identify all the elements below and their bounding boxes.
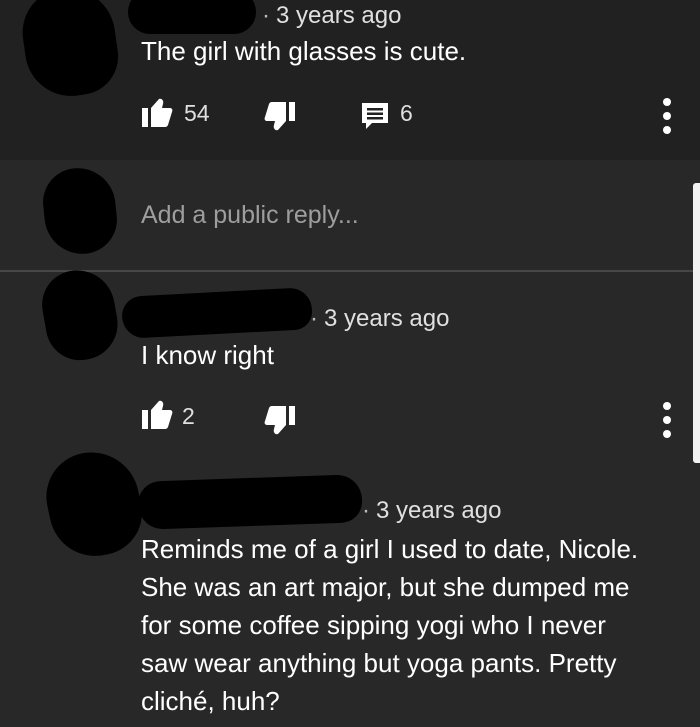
comments-page: · 3 years ago The girl with glasses is cu… bbox=[0, 0, 700, 727]
like-count: 54 bbox=[184, 100, 210, 126]
scrollbar[interactable] bbox=[693, 183, 700, 463]
reply-timestamp: · 3 years ago bbox=[310, 305, 449, 333]
timestamp-text: 3 years ago bbox=[376, 497, 502, 524]
reply-text: I know right bbox=[141, 340, 274, 370]
thumbs-down-icon[interactable] bbox=[264, 405, 296, 435]
thumbs-up-icon[interactable] bbox=[141, 400, 173, 430]
divider bbox=[0, 270, 700, 272]
top-comment-card: · 3 years ago The girl with glasses is cu… bbox=[0, 0, 700, 160]
separator-dot: · bbox=[262, 2, 270, 29]
redacted-username bbox=[137, 474, 363, 530]
redacted-username bbox=[128, 0, 256, 34]
like-count: 2 bbox=[182, 403, 195, 429]
timestamp-text: 3 years ago bbox=[276, 2, 402, 29]
reply-text-line: for some coffee sipping yogi who I never bbox=[141, 610, 606, 640]
comment-timestamp: · 3 years ago bbox=[262, 2, 401, 30]
reply-text-line: saw wear anything but yoga pants. Pretty bbox=[141, 648, 617, 678]
separator-dot: · bbox=[310, 305, 318, 332]
add-reply-input[interactable]: Add a public reply... bbox=[141, 201, 359, 230]
reply-text: Reminds me of a girl I used to date, Nic… bbox=[141, 530, 691, 720]
thumbs-up-icon[interactable] bbox=[141, 98, 173, 128]
thumbs-down-icon[interactable] bbox=[264, 101, 296, 131]
comment-text: The girl with glasses is cute. bbox=[141, 36, 467, 66]
comment-icon[interactable] bbox=[360, 101, 390, 131]
redacted-avatar bbox=[16, 0, 124, 102]
more-vert-icon[interactable] bbox=[660, 98, 674, 134]
reply-count: 6 bbox=[400, 100, 413, 126]
reply-text-line: Reminds me of a girl I used to date, Nic… bbox=[141, 534, 639, 564]
timestamp-text: 3 years ago bbox=[324, 305, 450, 332]
separator-dot: · bbox=[362, 497, 370, 524]
reply-timestamp: · 3 years ago bbox=[362, 497, 501, 525]
reply-text-line: cliché, huh? bbox=[141, 686, 280, 716]
more-vert-icon[interactable] bbox=[660, 402, 674, 438]
reply-text-line: She was an art major, but she dumped me bbox=[141, 572, 630, 602]
